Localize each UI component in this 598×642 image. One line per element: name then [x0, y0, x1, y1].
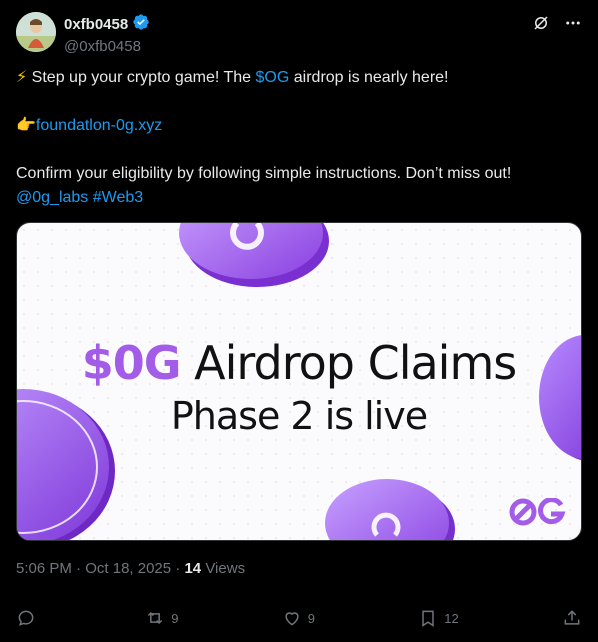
- tweet-text-segment: Step up your crypto game! The: [27, 69, 256, 86]
- avatar[interactable]: [16, 12, 56, 52]
- tweet-text-segment: airdrop is nearly here!: [289, 69, 449, 86]
- tweet-line-1: ⚡ Step up your crypto game! The $OG aird…: [16, 66, 582, 90]
- header-actions: [532, 14, 582, 32]
- verified-badge-icon: [132, 13, 150, 36]
- bookmark-count: 12: [444, 610, 459, 626]
- url-link[interactable]: foundatlon-0g.xyz: [36, 117, 162, 134]
- media-subtitle: Phase 2 is live: [170, 394, 428, 438]
- tweet-line-4: @0g_labs #Web3: [16, 186, 582, 210]
- author-handle[interactable]: @0xfb0458: [64, 38, 150, 55]
- coin-graphic: [179, 223, 329, 287]
- separator: ·: [71, 560, 86, 577]
- action-bar: 9 9 12: [16, 606, 582, 630]
- share-icon: [562, 608, 582, 628]
- media-headline: $0G Airdrop Claims: [17, 337, 581, 389]
- tweet-line-2: 👉foundatlon-0g.xyz: [16, 114, 582, 138]
- more-options-icon[interactable]: [564, 14, 582, 32]
- separator: ·: [171, 560, 185, 577]
- views-count: 14: [184, 560, 202, 577]
- mention-link[interactable]: @0g_labs: [16, 189, 88, 206]
- media-headline-text: Airdrop Claims: [180, 336, 517, 390]
- reply-button[interactable]: [16, 608, 42, 628]
- share-button[interactable]: [562, 608, 582, 628]
- author-names: 0xfb0458 @0xfb0458: [64, 13, 150, 55]
- tweet-date[interactable]: Oct 18, 2025: [85, 560, 171, 577]
- heart-icon: [282, 608, 302, 628]
- coin-graphic: [325, 479, 455, 540]
- retweet-icon: [145, 608, 165, 628]
- views-label: Views: [201, 560, 246, 577]
- cashtag-link[interactable]: $OG: [256, 69, 290, 86]
- retweet-button[interactable]: 9: [145, 608, 179, 628]
- avatar-image: [16, 12, 56, 52]
- tweet-header: 0xfb0458 @0xfb0458: [16, 12, 582, 56]
- bookmark-button[interactable]: 12: [418, 608, 459, 628]
- bookmark-icon: [418, 608, 438, 628]
- retweet-count: 9: [171, 610, 179, 626]
- tweet-line-3: Confirm your eligibility by following si…: [16, 165, 512, 182]
- like-button[interactable]: 9: [282, 608, 315, 628]
- tweet-meta: 5:06 PM · Oct 18, 2025 · 14 Views: [16, 560, 245, 577]
- lightning-emoji-icon: ⚡: [16, 69, 28, 86]
- grok-icon[interactable]: [532, 14, 550, 32]
- display-name-row: 0xfb0458: [64, 13, 150, 36]
- like-count: 9: [307, 610, 315, 626]
- media-image[interactable]: $0G Airdrop Claims Phase 2 is live: [16, 222, 582, 541]
- pointing-hand-emoji-icon: 👉: [16, 117, 36, 134]
- media-ticker: $0G: [81, 336, 182, 390]
- display-name[interactable]: 0xfb0458: [64, 16, 128, 33]
- 0g-logo-icon: [509, 498, 566, 526]
- tweet-time[interactable]: 5:06 PM: [16, 560, 72, 577]
- tweet-text: ⚡ Step up your crypto game! The $OG aird…: [16, 66, 582, 210]
- reply-icon: [16, 608, 36, 628]
- hashtag-link[interactable]: #Web3: [93, 189, 143, 206]
